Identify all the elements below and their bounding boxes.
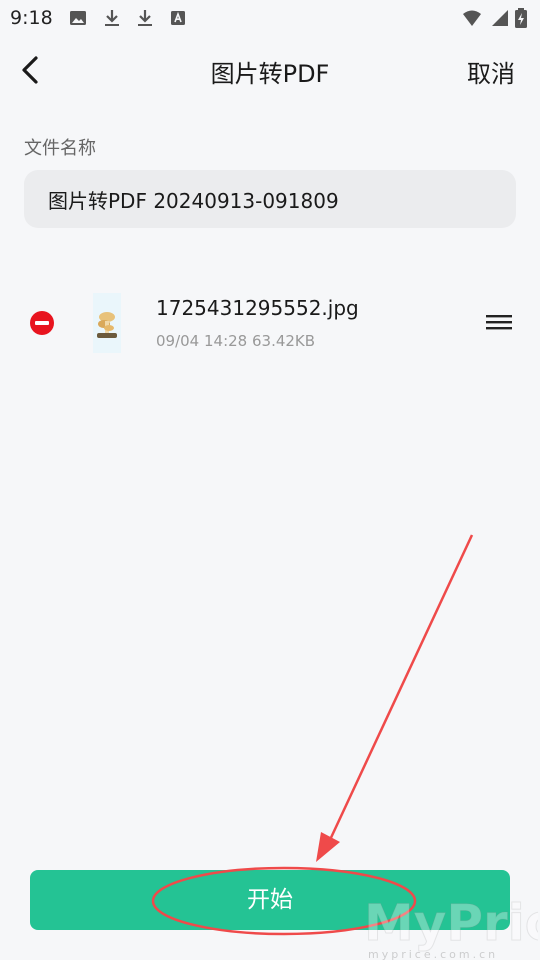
status-time: 9:18 xyxy=(10,7,53,29)
wifi-icon xyxy=(462,8,482,28)
download-icon xyxy=(135,8,155,28)
file-name: 1725431295552.jpg xyxy=(156,296,359,320)
annotation-arrow-head xyxy=(316,832,340,862)
download-icon xyxy=(102,8,122,28)
status-bar: 9:18 xyxy=(0,0,540,36)
image-thumbnail-icon xyxy=(93,293,121,353)
app-header: 图片转PDF 取消 xyxy=(0,40,540,100)
image-icon xyxy=(68,8,88,28)
start-button[interactable]: 开始 xyxy=(30,870,510,930)
file-meta: 09/04 14:28 63.42KB xyxy=(156,332,316,350)
file-name-input[interactable] xyxy=(24,170,516,228)
remove-circle-icon xyxy=(30,311,54,335)
svg-text:myprice.com.cn: myprice.com.cn xyxy=(368,948,498,960)
drag-handle-icon xyxy=(486,315,512,330)
remove-file-button[interactable] xyxy=(30,311,54,335)
cancel-button[interactable]: 取消 xyxy=(467,54,515,89)
battery-charging-icon xyxy=(514,8,528,28)
file-list-item[interactable]: 1725431295552.jpg 09/04 14:28 63.42KB xyxy=(0,285,540,359)
annotation-arrow-line xyxy=(327,534,474,843)
file-name-label: 文件名称 xyxy=(24,138,96,159)
file-thumbnail[interactable] xyxy=(93,293,121,353)
drag-handle[interactable] xyxy=(486,310,512,334)
page-title: 图片转PDF xyxy=(210,60,330,88)
signal-icon xyxy=(490,8,510,28)
text-box-icon xyxy=(168,8,188,28)
